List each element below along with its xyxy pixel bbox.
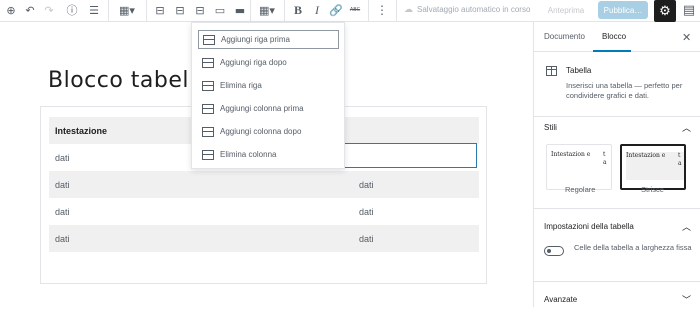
- tab-document[interactable]: Documento: [544, 32, 585, 41]
- toolbar-divider: [146, 0, 147, 22]
- align-left-icon[interactable]: ⊟: [152, 2, 168, 18]
- sidebar-tabs: Documento Blocco ✕: [534, 22, 700, 52]
- block-title: Tabella: [566, 66, 592, 75]
- italic-button[interactable]: I: [309, 2, 325, 18]
- table-row-before-icon: [203, 34, 215, 45]
- table-settings-panel-header[interactable]: Impostazioni della tabella ︿: [534, 213, 700, 239]
- toolbar-divider: [284, 0, 285, 22]
- table-cell[interactable]: dati: [353, 198, 479, 225]
- more-options-icon[interactable]: ⋮: [374, 2, 390, 18]
- table-cell[interactable]: dati: [49, 171, 354, 198]
- link-icon[interactable]: 🔗: [328, 2, 344, 18]
- table-cell[interactable]: [353, 117, 479, 144]
- toolbar-divider: [250, 0, 251, 22]
- style-label-stripes: Strisce: [641, 185, 664, 194]
- autosave-status: ☁ Salvataggio automatico in corso: [404, 4, 530, 15]
- style-preview-text: t a: [678, 152, 682, 167]
- table-settings-heading: Impostazioni della tabella: [544, 221, 634, 231]
- toolbar-divider: [368, 0, 369, 22]
- wide-width-icon[interactable]: ▭: [212, 2, 228, 18]
- menu-item-label: Aggiungi colonna dopo: [220, 127, 302, 136]
- edit-table-menu: Aggiungi riga prima Aggiungi riga dopo E…: [191, 22, 345, 169]
- strikethrough-button[interactable]: ABC: [347, 2, 363, 18]
- gear-icon: ⚙: [659, 3, 671, 18]
- advanced-panel-header[interactable]: Avanzate ﹀: [534, 286, 700, 312]
- settings-gear-button[interactable]: ⚙: [654, 0, 676, 22]
- table-row-after-icon: [202, 57, 214, 68]
- table-cell[interactable]: dati: [49, 225, 354, 252]
- align-right-icon[interactable]: ⊟: [192, 2, 208, 18]
- menu-item-delete-column[interactable]: Elimina colonna: [198, 145, 339, 164]
- block-description: Inserisci una tabella — perfetto per con…: [566, 81, 683, 100]
- table-cell[interactable]: dati: [49, 198, 353, 225]
- advanced-heading: Avanzate: [544, 294, 578, 304]
- publish-button[interactable]: Pubblica…: [598, 1, 648, 19]
- style-preview-text: Intestazion e: [626, 152, 666, 159]
- panel-divider: [534, 281, 700, 282]
- outline-icon[interactable]: ☰: [86, 2, 102, 18]
- menu-item-add-row-before[interactable]: Aggiungi riga prima: [198, 30, 339, 49]
- chevron-up-icon: ︿: [682, 221, 692, 232]
- table-column-delete-icon: [202, 149, 214, 160]
- redo-icon[interactable]: ↷: [41, 2, 57, 18]
- fixed-width-toggle[interactable]: [544, 246, 564, 256]
- menu-item-label: Aggiungi riga dopo: [220, 58, 287, 67]
- align-center-icon[interactable]: ⊟: [172, 2, 188, 18]
- post-title[interactable]: Blocco tabella: [48, 68, 210, 93]
- style-preview: Intestazion e t a: [551, 151, 611, 179]
- full-width-icon[interactable]: ▬: [232, 2, 248, 18]
- autosave-text: Salvataggio automatico in corso: [417, 5, 531, 14]
- table-cell[interactable]: dati: [353, 171, 479, 198]
- table-icon: [546, 66, 557, 76]
- settings-sidebar: Documento Blocco ✕ Tabella Inserisci una…: [533, 22, 700, 307]
- style-option-stripes[interactable]: Intestazion e t a: [620, 144, 686, 190]
- undo-icon[interactable]: ↶: [22, 2, 38, 18]
- style-preview-text: t a: [603, 151, 607, 166]
- menu-item-add-row-after[interactable]: Aggiungi riga dopo: [198, 53, 339, 72]
- menu-item-label: Aggiungi colonna prima: [220, 104, 304, 113]
- menu-item-add-column-before[interactable]: Aggiungi colonna prima: [198, 99, 339, 118]
- add-block-icon[interactable]: ⊕: [3, 2, 19, 18]
- table-block-icon[interactable]: ▦▾: [116, 2, 138, 18]
- preview-button[interactable]: Anteprima: [538, 2, 594, 18]
- table-column-after-icon: [202, 126, 214, 137]
- style-preview-text: Intestazion e: [551, 151, 591, 158]
- panel-divider: [534, 208, 700, 209]
- styles-panel-header[interactable]: Stili ︿: [534, 114, 700, 140]
- tab-block[interactable]: Blocco: [602, 32, 626, 41]
- editor-toolbar: ⊕ ↶ ↷ ⓘ ☰ ▦▾ ⊟ ⊟ ⊟ ▭ ▬ ▦▾ B I 🔗 ABC ⋮ ☁ …: [0, 0, 700, 22]
- info-icon[interactable]: ⓘ: [64, 2, 80, 18]
- table-cell[interactable]: dati: [353, 225, 479, 252]
- toolbar-divider: [108, 0, 109, 22]
- fixed-width-toggle-label: Celle della tabella a larghezza fissa: [574, 243, 692, 252]
- table-row: dati dati: [49, 171, 479, 198]
- style-option-regular[interactable]: Intestazion e t a: [546, 144, 612, 190]
- style-preview: Intestazion e t a: [626, 152, 684, 180]
- chevron-down-icon: ﹀: [682, 294, 692, 305]
- chevron-up-icon: ︿: [682, 122, 692, 133]
- table-column-before-icon: [202, 103, 214, 114]
- table-row: dati dati: [49, 225, 479, 252]
- table-row-delete-icon: [202, 80, 214, 91]
- edit-table-icon[interactable]: ▦▾: [256, 2, 278, 18]
- menu-item-label: Elimina colonna: [220, 150, 277, 159]
- table-row: dati dati: [49, 198, 479, 225]
- menu-item-label: Elimina riga: [220, 81, 262, 90]
- block-card: Tabella Inserisci una tabella — perfetto…: [534, 52, 700, 117]
- menu-item-label: Aggiungi riga prima: [221, 35, 290, 44]
- menu-item-delete-row[interactable]: Elimina riga: [198, 76, 339, 95]
- toolbar-divider: [396, 0, 397, 22]
- menu-item-add-column-after[interactable]: Aggiungi colonna dopo: [198, 122, 339, 141]
- cloud-icon: ☁: [404, 4, 413, 14]
- fullscreen-icon[interactable]: ▤: [681, 2, 697, 18]
- close-icon[interactable]: ✕: [682, 31, 691, 44]
- style-label-regular: Regolare: [565, 185, 596, 194]
- styles-heading: Stili: [544, 122, 557, 132]
- bold-button[interactable]: B: [290, 2, 306, 18]
- fixed-width-toggle-row: Celle della tabella a larghezza fissa: [534, 240, 700, 270]
